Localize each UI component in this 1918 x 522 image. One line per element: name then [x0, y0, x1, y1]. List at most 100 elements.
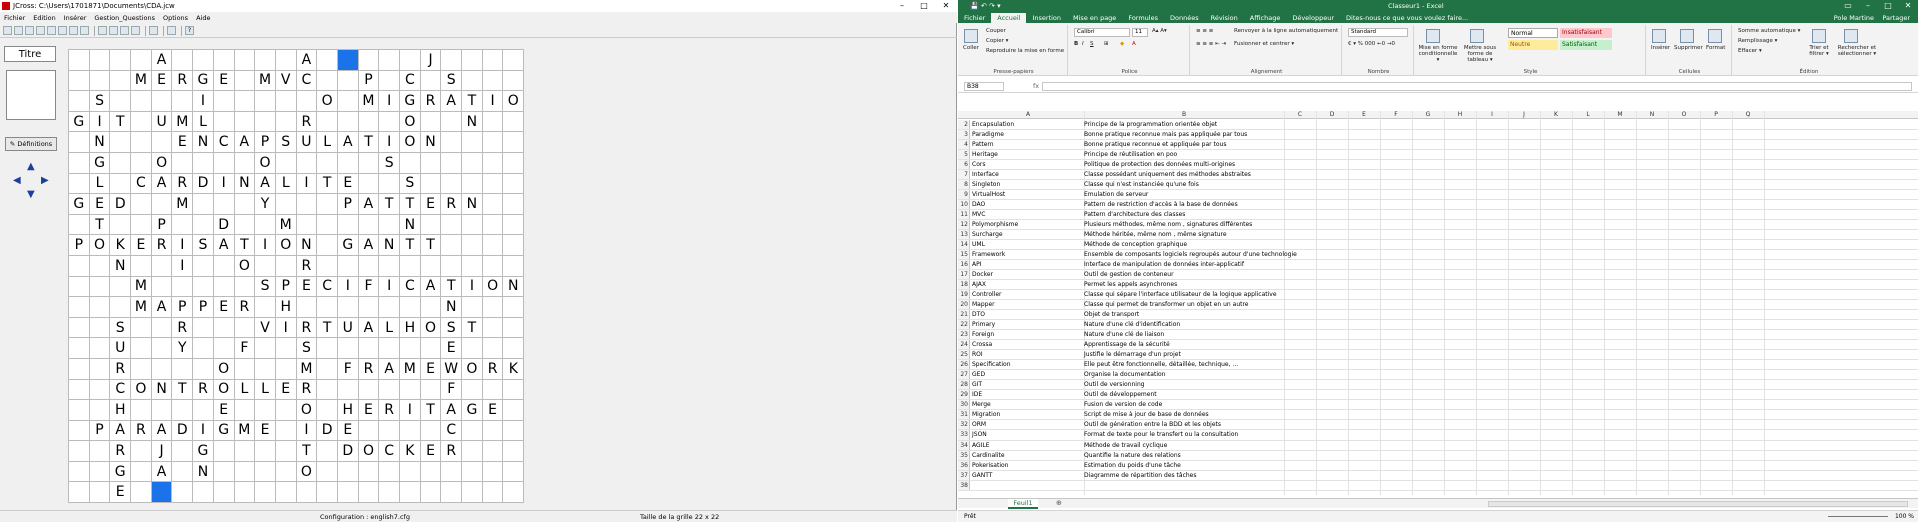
grid-cell[interactable]: C	[213, 132, 235, 153]
autosum-button[interactable]: Somme automatique ▾	[1738, 28, 1800, 34]
grid-cell[interactable]	[131, 91, 152, 112]
cell-term[interactable]: Foreign	[972, 330, 994, 339]
web-icon[interactable]	[69, 26, 78, 35]
cell-definition[interactable]: Emulation de serveur	[1084, 190, 1148, 199]
pin-icon[interactable]	[80, 26, 89, 35]
grid-cell[interactable]: S	[89, 91, 111, 112]
grid-cell[interactable]	[420, 152, 442, 174]
minimize-button[interactable]: –	[1858, 0, 1878, 12]
grid-cell[interactable]	[193, 255, 214, 277]
grid-cell[interactable]	[482, 420, 504, 442]
column-header[interactable]: B	[1084, 111, 1284, 119]
row-number[interactable]: 20	[958, 300, 970, 310]
row-number[interactable]: 31	[958, 410, 970, 420]
grid-cell[interactable]	[503, 111, 525, 133]
grid-cell[interactable]: V	[275, 70, 297, 92]
grid-cell[interactable]: E	[441, 338, 463, 359]
cell-term[interactable]: Singleton	[972, 180, 1000, 189]
grid-cell[interactable]	[379, 111, 400, 133]
grid-cell[interactable]	[503, 379, 525, 401]
grid-cell[interactable]: E	[482, 400, 504, 421]
row-number[interactable]: 12	[958, 220, 970, 230]
share-button[interactable]: Partager	[1876, 13, 1916, 23]
cell-definition[interactable]: Quantifie la nature des relations	[1084, 451, 1181, 460]
row-number[interactable]: 17	[958, 270, 970, 280]
grid-cell[interactable]	[503, 194, 525, 215]
grid-cell[interactable]: E	[213, 70, 235, 92]
grid-cell[interactable]	[275, 420, 297, 442]
grid-cell[interactable]	[462, 132, 483, 153]
grid-cell[interactable]: T	[317, 317, 338, 339]
grid-cell[interactable]	[172, 91, 194, 112]
grid-cell[interactable]: T	[172, 379, 194, 401]
grid-cell[interactable]	[213, 441, 235, 462]
zoom-slider[interactable]	[1828, 516, 1888, 517]
grid-cell[interactable]: D	[110, 194, 132, 215]
grid-cell[interactable]	[296, 91, 318, 112]
grid-cell[interactable]	[89, 276, 111, 298]
grid-cell[interactable]: N	[462, 194, 483, 215]
cell-definition[interactable]: Plusieurs méthodes, même nom , signature…	[1084, 220, 1252, 229]
grid-cell[interactable]	[131, 255, 152, 277]
add-sheet-icon[interactable]: ⊕	[1056, 499, 1062, 507]
fill-color-icon[interactable]: ◆	[1120, 41, 1124, 47]
grid-cell[interactable]	[69, 482, 90, 504]
cell-definition[interactable]: Classe qui permet de transformer un obje…	[1084, 300, 1249, 309]
grid-cell[interactable]	[255, 255, 276, 277]
grid-cell[interactable]: A	[151, 461, 173, 483]
grid-cell[interactable]	[337, 152, 359, 174]
grid-cell[interactable]	[503, 173, 525, 195]
grid-cell[interactable]	[420, 461, 442, 483]
row-number[interactable]: 26	[958, 360, 970, 370]
cell-term[interactable]: Paradigme	[972, 130, 1004, 139]
column-header[interactable]: G	[1412, 111, 1444, 119]
font-color-icon[interactable]: A	[1132, 41, 1136, 47]
grid-cell[interactable]	[358, 255, 380, 277]
grid-cell[interactable]	[462, 482, 483, 504]
grid-cell[interactable]: N	[193, 132, 214, 153]
crossword-grid[interactable]: AAJMERGEMVCPCSSIOMIGRATIOGITUMLRONNENCAP…	[68, 49, 525, 504]
ribbon-tab-3[interactable]: Mise en page	[1067, 13, 1122, 23]
grid-cell[interactable]	[420, 214, 442, 236]
column-header[interactable]: O	[1668, 111, 1700, 119]
grid-cell[interactable]	[69, 255, 90, 277]
grid-cell[interactable]	[503, 461, 525, 483]
grid-cell[interactable]: D	[172, 420, 194, 442]
grid-cell[interactable]	[172, 276, 194, 298]
style-good[interactable]: Satisfaisant	[1560, 40, 1612, 50]
grid-cell[interactable]	[69, 441, 90, 462]
grid-cell[interactable]	[482, 482, 504, 504]
grid-cell[interactable]	[420, 255, 442, 277]
row-number[interactable]: 33	[958, 430, 970, 440]
cell-term[interactable]: Specification	[972, 360, 1011, 369]
grid-cell[interactable]: R	[151, 235, 173, 256]
grid-cell[interactable]	[193, 214, 214, 236]
grid-cell[interactable]: S	[441, 317, 463, 339]
grid-cell[interactable]	[482, 152, 504, 174]
row-number[interactable]: 18	[958, 280, 970, 290]
menu-item-0[interactable]: Fichier	[0, 14, 29, 22]
cell-term[interactable]: GANTT	[972, 471, 992, 480]
grid-cell[interactable]	[151, 317, 173, 339]
grid-cell[interactable]	[69, 379, 90, 401]
grid-cell[interactable]	[131, 358, 152, 380]
grid-cell[interactable]	[379, 297, 400, 318]
grid-cell[interactable]: N	[441, 297, 463, 318]
row-number[interactable]: 11	[958, 210, 970, 220]
grid-cell[interactable]	[69, 461, 90, 483]
row-number[interactable]: 36	[958, 460, 970, 470]
grid-cell[interactable]: D	[317, 420, 338, 442]
grid-cell[interactable]	[69, 173, 90, 195]
grid-cell[interactable]	[275, 194, 297, 215]
cell-definition[interactable]: Pattern de restriction d'accès à la base…	[1084, 200, 1238, 209]
grid-cell[interactable]: F	[441, 379, 463, 401]
grid-cell[interactable]	[337, 255, 359, 277]
cell-definition[interactable]: Objet de transport	[1084, 310, 1139, 319]
grid-cell[interactable]: M	[296, 358, 318, 380]
grid-cell[interactable]: R	[441, 441, 463, 462]
undo-icon[interactable]	[98, 26, 107, 35]
grid-cell[interactable]	[503, 132, 525, 153]
insert-button[interactable]: Insérer	[1651, 45, 1670, 51]
column-header[interactable]: A	[972, 111, 1084, 119]
grid-cell[interactable]	[69, 214, 90, 236]
